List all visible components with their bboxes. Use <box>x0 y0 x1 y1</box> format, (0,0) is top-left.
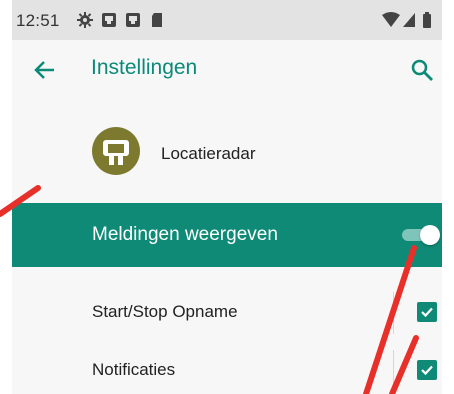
switch-thumb <box>420 225 440 245</box>
start-stop-checkbox[interactable] <box>417 302 437 322</box>
notification-icons <box>77 12 165 28</box>
app-name: Locatieradar <box>161 144 256 163</box>
sd-card-icon <box>149 12 165 28</box>
divider <box>393 292 394 334</box>
app-logo <box>92 127 140 175</box>
settings-screen: 12:51 Instellingen Locatieradar Meldinge… <box>12 0 442 394</box>
wifi-icon <box>382 12 400 28</box>
gear-icon <box>77 12 93 28</box>
divider <box>393 350 394 392</box>
status-time: 12:51 <box>16 11 60 30</box>
pref-row-notifications[interactable]: Notificaties <box>12 342 442 394</box>
show-notifications-row[interactable]: Meldingen weergeven <box>12 203 442 267</box>
app-header: Locatieradar <box>12 100 442 200</box>
pref-label: Start/Stop Opname <box>92 302 238 321</box>
search-icon[interactable] <box>408 56 436 84</box>
app-bar: Instellingen <box>12 40 442 100</box>
image-icon <box>101 12 117 28</box>
show-notifications-switch[interactable] <box>400 223 442 247</box>
arrow-back-icon[interactable] <box>30 56 58 84</box>
image-icon <box>125 12 141 28</box>
pref-row-start-stop[interactable]: Start/Stop Opname <box>12 284 442 342</box>
page-title: Instellingen <box>91 56 198 79</box>
signal-icon <box>402 12 418 28</box>
notifications-checkbox[interactable] <box>417 360 437 380</box>
show-notifications-label: Meldingen weergeven <box>92 224 278 245</box>
pref-label: Notificaties <box>92 360 176 379</box>
system-icons <box>382 12 438 28</box>
battery-icon <box>422 12 438 28</box>
status-bar: 12:51 <box>12 0 442 40</box>
